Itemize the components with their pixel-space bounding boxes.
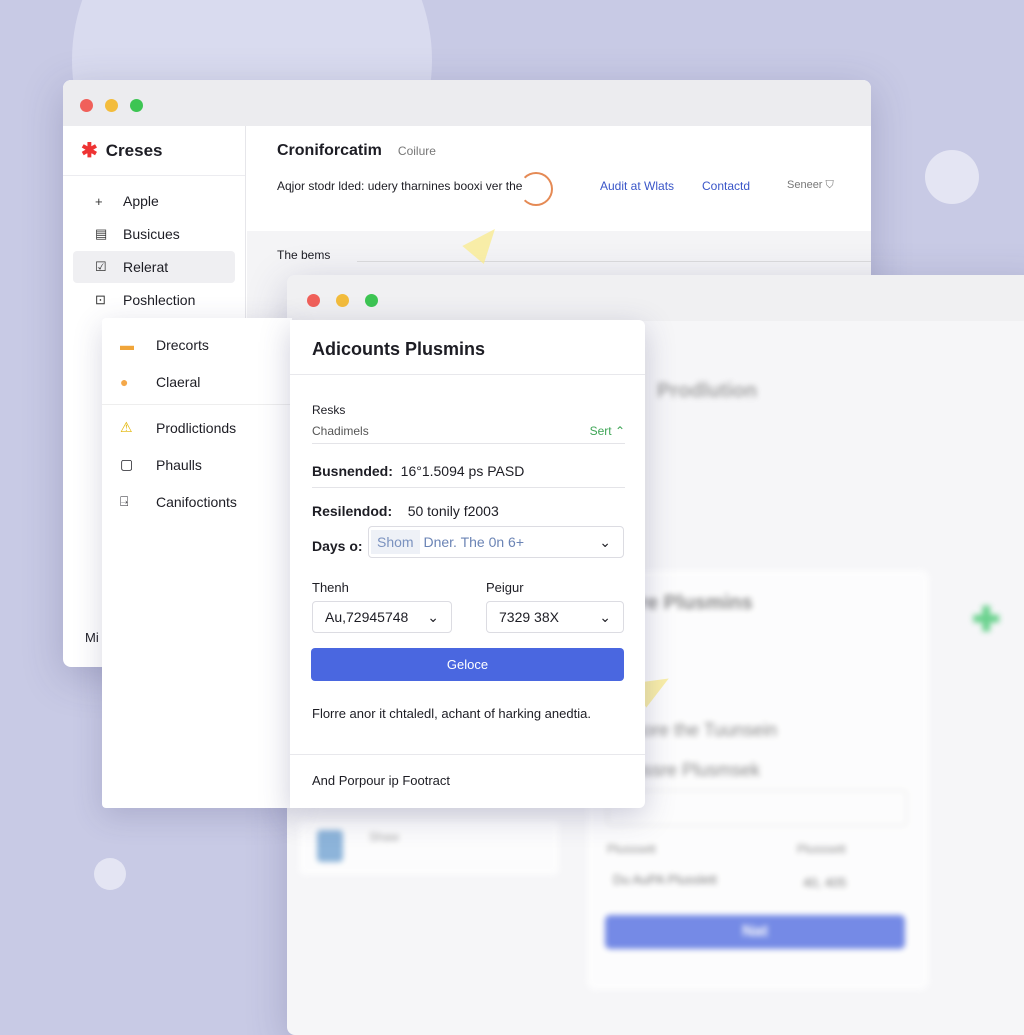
- section-title: The bems: [277, 248, 331, 262]
- document-icon: ▤: [95, 226, 108, 241]
- primary-button[interactable]: Geloce: [311, 648, 624, 681]
- sidebar-item-label: Poshlection: [123, 292, 196, 308]
- loading-spinner: [519, 172, 553, 206]
- checkbox-icon: ☑: [95, 259, 107, 274]
- secondary-link[interactable]: Seneer ⛉: [787, 179, 834, 192]
- plus-icon: ✚: [972, 601, 1001, 639]
- shield-icon: ⛉: [825, 179, 834, 191]
- chevron-down-icon: ⌄: [427, 608, 439, 625]
- brand: ✱ Creses: [63, 126, 245, 176]
- menu-item-prodlictionds[interactable]: ⚠ Prodlictionds: [102, 409, 292, 446]
- bg-card: Shaw: [299, 820, 559, 875]
- sidebar-item-label: Relerat: [123, 259, 169, 275]
- plus-icon: +: [95, 193, 103, 209]
- menu-item-phaulls[interactable]: ▢ Phaulls: [102, 446, 292, 483]
- sidebar-item-label: Apple: [123, 193, 159, 209]
- sidebar-footer[interactable]: Mi: [85, 630, 99, 645]
- days-select[interactable]: Shom Dner. The 0n 6+ ⌄: [368, 526, 624, 558]
- page-icon: ▢: [120, 456, 134, 472]
- bg-circle: [94, 858, 126, 890]
- field-value: 16°1.5094 ps PASD: [400, 463, 525, 479]
- link-contact[interactable]: Contactd: [702, 179, 750, 193]
- chevron-down-icon: ⌄: [599, 608, 611, 625]
- brand-name: Creses: [105, 140, 163, 160]
- maximize-button[interactable]: [130, 99, 143, 112]
- label-resks: Resks: [312, 403, 346, 417]
- divider: [290, 374, 645, 375]
- warning-icon: ⚠: [120, 419, 133, 435]
- inbox-icon: ⊡: [95, 292, 106, 307]
- sidebar-item-poshlection[interactable]: ⊡ Poshlection: [73, 284, 235, 316]
- minimize-button[interactable]: [105, 99, 118, 112]
- sidebar-item-relerat[interactable]: ☑ Relerat: [73, 251, 235, 283]
- dialog-title: Adicounts Plusmins: [312, 339, 486, 359]
- label-peigur: Peigur: [486, 580, 524, 595]
- dialog-footer-link[interactable]: And Porpour ip Footract: [312, 773, 623, 788]
- title-bar: [287, 275, 1024, 321]
- peigur-select[interactable]: 7329 38X ⌄: [486, 601, 624, 633]
- sidebar-item-busicues[interactable]: ▤ Busicues: [73, 218, 235, 250]
- dialog-note: Florre anor it chtaledl, achant of harki…: [312, 706, 591, 721]
- divider: [290, 754, 645, 755]
- close-button[interactable]: [80, 99, 93, 112]
- menu-item-drecorts[interactable]: ▬ Drecorts: [102, 326, 292, 363]
- sidebar-item-apple[interactable]: + Apple: [73, 185, 235, 217]
- divider: [357, 261, 871, 262]
- chevron-up-icon: ⌃: [614, 424, 625, 438]
- dropdown-menu: ▬ Drecorts ● Claeral ⚠ Prodlictionds ▢ Phaul…: [102, 318, 292, 808]
- field-value: 50 tonily f2003: [407, 503, 499, 519]
- chevron-down-icon: ⌄: [599, 533, 611, 550]
- description: Aqjor stodr lded: udery tharnines booxi …: [277, 179, 523, 193]
- page-subtitle: Coilure: [397, 144, 436, 158]
- user-icon: ●: [120, 373, 129, 390]
- field-busnended: Busnended: 16°1.5094 ps PASD: [312, 463, 625, 488]
- label-chadimels: Chadimels Sert ⌃: [312, 424, 625, 444]
- file-icon: ⍈: [120, 493, 129, 509]
- maximize-button[interactable]: [365, 294, 378, 307]
- page-title: Croniforcatim: [277, 142, 382, 159]
- field-resilendod: Resilendod: 50 tonily f2003: [312, 503, 499, 519]
- label-thenh: Thenh: [312, 580, 349, 595]
- bg-title: Prodlution: [657, 380, 757, 402]
- sidebar-item-label: Busicues: [123, 226, 180, 242]
- sort-button[interactable]: Sert ⌃: [590, 424, 625, 438]
- link-audit[interactable]: Audit at Wlats: [600, 179, 674, 193]
- bg-circle: [925, 150, 979, 204]
- menu-item-canifoctionts[interactable]: ⍈ Canifoctionts: [102, 483, 292, 520]
- menu-item-claeral[interactable]: ● Claeral: [102, 363, 292, 400]
- minimize-button[interactable]: [336, 294, 349, 307]
- folder-icon: ▬: [120, 336, 134, 353]
- logo-icon: ✱: [81, 140, 98, 162]
- thenh-select[interactable]: Au,72945748 ⌄: [312, 601, 452, 633]
- divider: [102, 404, 292, 405]
- close-button[interactable]: [307, 294, 320, 307]
- title-bar: [63, 80, 871, 126]
- accounts-dialog: Adicounts Plusmins Resks Chadimels Sert …: [290, 320, 645, 808]
